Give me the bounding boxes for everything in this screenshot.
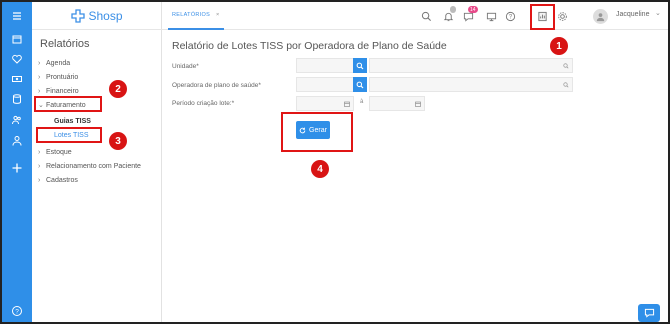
periodo-start-field[interactable] <box>296 96 354 111</box>
periodo-separator: à <box>360 99 364 105</box>
agenda-icon[interactable] <box>2 31 32 47</box>
operadora-name-field[interactable] <box>369 77 573 92</box>
periodo-end-field[interactable] <box>369 96 425 111</box>
help-circle-icon[interactable]: ? <box>504 10 517 23</box>
operadora-code-field[interactable] <box>296 77 354 92</box>
sidebar: Shosp Relatórios › Agenda › Prontuário ›… <box>32 2 162 322</box>
shosp-logo-icon <box>71 8 86 23</box>
tab-relatorios[interactable]: RELATÓRIOS × <box>168 2 224 30</box>
search-icon <box>356 62 364 69</box>
chevron-down-icon[interactable]: ⌄ <box>655 9 661 17</box>
chevron-right-icon: › <box>38 87 41 95</box>
sidebar-item-label: Cadastros <box>46 176 78 184</box>
people-icon[interactable] <box>2 112 32 128</box>
notification-badge <box>450 6 456 13</box>
annotation-marker-2: 2 <box>109 80 127 98</box>
monitor-icon[interactable] <box>485 10 498 23</box>
sidebar-item-label: Agenda <box>46 59 71 67</box>
app-window: ? Shosp Relatórios › Agenda › Prontuário… <box>0 0 670 324</box>
operadora-label: Operadora de plano de saúde* <box>172 82 261 89</box>
sidebar-item-prontuario[interactable]: › Prontuário <box>38 72 78 82</box>
sidebar-item-estoque[interactable]: › Estoque <box>38 147 72 157</box>
annotation-box-3 <box>36 127 102 143</box>
chevron-right-icon: › <box>38 148 41 156</box>
unidade-label: Unidade* <box>172 63 199 70</box>
unidade-code-field[interactable] <box>296 58 354 73</box>
heart-icon[interactable] <box>2 51 32 67</box>
plus-icon[interactable] <box>2 160 32 176</box>
user-name[interactable]: Jacqueline <box>616 11 649 18</box>
icon-rail: ? <box>2 2 32 322</box>
sidebar-title: Relatórios <box>40 38 90 50</box>
svg-text:?: ? <box>509 15 513 21</box>
annotation-box-2 <box>34 96 102 112</box>
unidade-search-button[interactable] <box>353 58 367 73</box>
annotation-marker-4: 4 <box>311 160 329 178</box>
chevron-right-icon: › <box>38 59 41 67</box>
help-icon[interactable]: ? <box>2 303 32 319</box>
settings-icon[interactable] <box>556 10 569 23</box>
menu-icon[interactable] <box>2 8 32 24</box>
messages-badge: 14 <box>468 6 478 13</box>
unidade-name-field[interactable] <box>369 58 573 73</box>
database-icon[interactable] <box>2 91 32 107</box>
chat-button[interactable] <box>638 304 660 322</box>
sidebar-item-relacionamento[interactable]: › Relacionamento com Paciente <box>38 161 141 171</box>
sidebar-item-agenda[interactable]: › Agenda <box>38 58 70 68</box>
annotation-marker-3: 3 <box>109 132 127 150</box>
periodo-label: Período criação lote:* <box>172 100 235 107</box>
svg-text:?: ? <box>15 308 19 315</box>
sidebar-item-cadastros[interactable]: › Cadastros <box>38 175 78 185</box>
sidebar-item-label: Prontuário <box>46 73 79 81</box>
money-icon[interactable] <box>2 71 32 87</box>
chevron-right-icon: › <box>38 162 41 170</box>
tab-label: RELATÓRIOS <box>172 12 211 18</box>
sidebar-item-label: Financeiro <box>46 87 79 95</box>
close-icon[interactable]: × <box>216 12 220 18</box>
sidebar-item-label: Estoque <box>46 148 72 156</box>
annotation-box-1 <box>530 4 555 30</box>
chevron-right-icon: › <box>38 176 41 184</box>
annotation-box-4 <box>281 112 353 152</box>
doctor-icon[interactable] <box>2 133 32 149</box>
page-title: Relatório de Lotes TISS por Operadora de… <box>172 40 447 52</box>
search-icon <box>356 81 364 88</box>
logo[interactable]: Shosp <box>32 2 162 30</box>
calendar-icon[interactable] <box>415 101 421 107</box>
operadora-search-button[interactable] <box>353 77 367 92</box>
chat-icon <box>644 308 654 318</box>
sidebar-subitem-guias-tiss[interactable]: Guias TISS <box>54 116 91 126</box>
main-content: Relatório de Lotes TISS por Operadora de… <box>162 30 668 322</box>
sidebar-item-label: Relacionamento com Paciente <box>46 162 141 170</box>
sidebar-item-financeiro[interactable]: › Financeiro <box>38 86 79 96</box>
top-bar: RELATÓRIOS × 14 ? Jacqueline ⌄ <box>162 2 668 30</box>
search-icon <box>563 63 569 69</box>
calendar-icon[interactable] <box>344 101 350 107</box>
avatar[interactable] <box>593 9 608 24</box>
search-icon[interactable] <box>420 10 433 23</box>
chevron-right-icon: › <box>38 73 41 81</box>
annotation-marker-1: 1 <box>550 37 568 55</box>
logo-text: Shosp <box>88 8 123 23</box>
search-icon <box>563 82 569 88</box>
